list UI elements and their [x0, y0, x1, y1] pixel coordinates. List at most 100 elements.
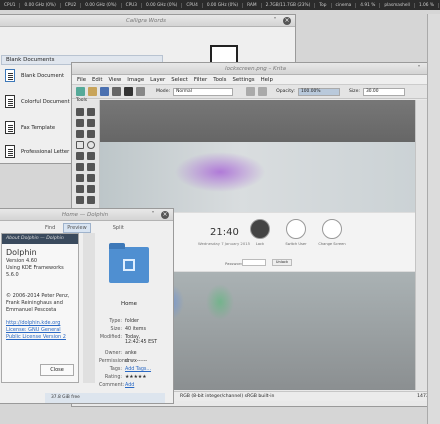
- menu-view[interactable]: View: [108, 77, 121, 83]
- split-button[interactable]: Split: [113, 225, 124, 231]
- template-blank-document[interactable]: Blank Document: [5, 69, 64, 82]
- meta-row: Modified: Today, 12:42:45 EST: [99, 335, 158, 345]
- meta-row: Type: folder: [109, 319, 139, 324]
- minimize-icon[interactable]: ˅: [271, 17, 279, 25]
- assistant-tool-icon[interactable]: [87, 196, 95, 204]
- change-screen-label: Change Screen: [318, 242, 346, 246]
- menu-file[interactable]: File: [77, 77, 86, 83]
- menu-select[interactable]: Select: [171, 77, 188, 83]
- framework-version: Using KDE Frameworks 5.6.0: [6, 265, 64, 278]
- menu-layer[interactable]: Layer: [150, 77, 165, 83]
- rectangle-tool-icon[interactable]: [76, 141, 84, 149]
- find-button[interactable]: Find: [45, 225, 55, 231]
- information-panel: Home Type: folder Size: 40 items Modified:…: [99, 233, 165, 393]
- authors-text: © 2006-2014 Peter Penz, Frank Reininghau…: [6, 293, 70, 313]
- save-icon[interactable]: [100, 87, 109, 96]
- brush-tool-icon[interactable]: [76, 130, 84, 138]
- menu-filter[interactable]: Filter: [194, 77, 207, 83]
- meta-row: Owner: anke: [104, 351, 137, 356]
- gradient-tool-icon[interactable]: [87, 163, 95, 171]
- crop-tool-icon[interactable]: [76, 119, 84, 127]
- open-icon[interactable]: [88, 87, 97, 96]
- app-name: Dolphin: [6, 248, 37, 257]
- meta-row-rating[interactable]: Rating: ★★★★★: [99, 375, 161, 380]
- app-version: Version 4.60: [6, 258, 38, 264]
- template-professional-letter[interactable]: Professional Letter: [5, 145, 69, 158]
- menu-help[interactable]: Help: [261, 77, 273, 83]
- select-tool-icon[interactable]: [76, 108, 84, 116]
- ellipse-tool-icon[interactable]: [87, 141, 95, 149]
- template-label: Fax Template: [21, 124, 56, 131]
- template-fax[interactable]: Fax Template: [5, 121, 55, 134]
- polygon-tool-icon[interactable]: [76, 152, 84, 160]
- unlock-button: Unlock: [272, 259, 292, 266]
- blend-mode-select[interactable]: Normal: [173, 87, 234, 96]
- homepage-link[interactable]: http://dolphin.kde.org: [6, 320, 74, 327]
- window-title: Calligra Words: [125, 17, 167, 24]
- menu-settings[interactable]: Settings: [232, 77, 254, 83]
- meta-row: Permissions: drwx------: [99, 359, 148, 364]
- eraser-icon[interactable]: [246, 87, 256, 96]
- status-item: CPU2: [61, 2, 82, 8]
- fill-tool-icon[interactable]: [76, 174, 84, 182]
- transform-tool-icon[interactable]: [87, 108, 95, 116]
- close-icon[interactable]: ×: [161, 211, 169, 219]
- status-item: CPU1: [0, 2, 21, 8]
- gradient-icon[interactable]: [112, 87, 121, 96]
- path-tool-icon[interactable]: [87, 152, 95, 160]
- krita-toolbar: Mode: Normal Opacity: 100.00% Size: 30.0…: [72, 85, 439, 99]
- menu-edit[interactable]: Edit: [92, 77, 102, 83]
- minimize-icon[interactable]: ˅: [149, 211, 157, 219]
- pattern-icon[interactable]: [124, 87, 133, 96]
- close-button[interactable]: Close: [40, 364, 74, 376]
- meta-row-comment[interactable]: Comment: Add: [99, 383, 161, 388]
- license-link[interactable]: License: GNU General Public License Vers…: [6, 327, 74, 341]
- minimize-icon[interactable]: ˅: [415, 65, 423, 73]
- colorpicker-tool-icon[interactable]: [87, 174, 95, 182]
- document-icon: [5, 145, 15, 158]
- document-icon: [5, 95, 15, 108]
- template-label: Blank Document: [21, 72, 64, 79]
- krita-menubar: File Edit View Image Layer Select Filter…: [72, 75, 439, 85]
- brush-preset-icon[interactable]: [136, 87, 145, 96]
- switch-user-icon: [286, 219, 306, 239]
- close-icon[interactable]: ×: [283, 17, 291, 25]
- about-dialog-title: About Dolphin — Dolphin: [2, 234, 78, 244]
- home-folder-icon: [109, 243, 149, 283]
- file-list-scroll[interactable]: [83, 233, 95, 383]
- date-text: Wednesday 7 January 2015: [198, 241, 251, 246]
- menu-tools[interactable]: Tools: [213, 77, 226, 83]
- line-tool-icon[interactable]: [87, 130, 95, 138]
- preserve-alpha-icon[interactable]: [258, 87, 268, 96]
- color-space-status: RGB (8-bit integer/channel) sRGB built-i…: [180, 394, 275, 399]
- new-document-icon[interactable]: [76, 87, 85, 96]
- password-field: [242, 259, 266, 266]
- zoom-tool-icon[interactable]: [87, 185, 95, 193]
- right-edge-panel: [427, 14, 440, 424]
- pan-tool-icon[interactable]: [76, 196, 84, 204]
- krita-titlebar[interactable]: lockscreen.png – Krita ˅ ×: [72, 63, 439, 75]
- status-item: 0.00 GHz (0%): [81, 2, 122, 8]
- switch-user-label: Switch User: [285, 242, 307, 246]
- calligra-titlebar[interactable]: Calligra Words ˅ ×: [0, 15, 295, 27]
- lock-option-label: Lock: [255, 242, 265, 246]
- measure-tool-icon[interactable]: [76, 185, 84, 193]
- preview-button[interactable]: Preview: [63, 223, 91, 233]
- about-dialog: About Dolphin — Dolphin Dolphin Version …: [1, 233, 79, 383]
- window-title: lockscreen.png – Krita: [225, 65, 286, 72]
- menu-image[interactable]: Image: [127, 77, 144, 83]
- folder-name: Home: [121, 301, 137, 307]
- opacity-slider[interactable]: 100.00%: [297, 87, 340, 96]
- text-tool-icon[interactable]: [76, 163, 84, 171]
- document-icon: [5, 121, 15, 134]
- dolphin-titlebar[interactable]: Home — Dolphin ˅ ×: [0, 209, 173, 221]
- status-item: 1.06 %: [415, 2, 439, 8]
- move-tool-icon[interactable]: [87, 119, 95, 127]
- size-slider[interactable]: 30.00: [362, 87, 405, 96]
- size-label: Size:: [348, 89, 360, 94]
- meta-row-tags[interactable]: Tags: Add Tags...: [99, 367, 161, 372]
- change-screen-icon: [322, 219, 342, 239]
- template-colorful-document[interactable]: Colorful Document: [5, 95, 70, 108]
- status-item: CPU4: [182, 2, 203, 8]
- toolbox-title: Tools: [76, 98, 88, 103]
